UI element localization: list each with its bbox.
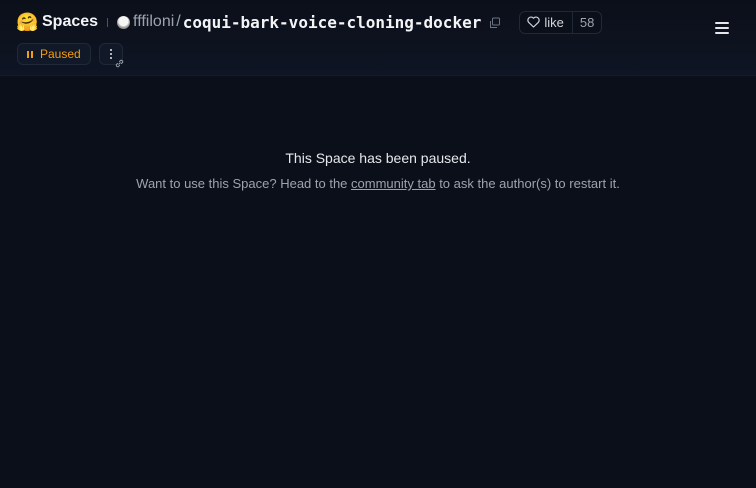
status-label: Paused [40, 47, 81, 61]
hamburger-menu-icon[interactable] [715, 22, 729, 34]
paused-message: Want to use this Space? Head to the comm… [0, 176, 756, 191]
pause-icon [27, 50, 33, 58]
divider [107, 17, 109, 27]
community-tab-link[interactable]: community tab [351, 176, 436, 191]
like-toggle[interactable]: like [520, 12, 572, 33]
spaces-link[interactable]: Spaces [42, 13, 98, 31]
repo-name-link[interactable]: coqui-bark-voice-cloning-docker [183, 13, 482, 32]
space-header: 🤗 Spaces fffiloni / coqui-bark-voice-clo… [0, 0, 756, 76]
link-icon [114, 56, 125, 74]
message-text-before: Want to use this Space? Head to the [136, 176, 352, 191]
owner-link[interactable]: fffiloni [133, 13, 174, 31]
more-options-button[interactable] [98, 43, 123, 68]
paused-title: This Space has been paused. [285, 150, 471, 166]
main-content: This Space has been paused. Want to use … [0, 76, 756, 488]
status-row: Paused [17, 43, 123, 68]
like-count[interactable]: 58 [571, 11, 601, 33]
copy-icon[interactable] [489, 16, 501, 28]
heart-icon [527, 16, 541, 28]
status-badge[interactable]: Paused [17, 43, 91, 65]
header-title-row: 🤗 Spaces fffiloni / coqui-bark-voice-clo… [16, 10, 740, 34]
owner-avatar[interactable] [117, 15, 131, 29]
more-icon [109, 49, 112, 61]
like-button[interactable]: like 58 [519, 10, 603, 34]
message-text-after: to ask the author(s) to restart it. [435, 176, 620, 191]
path-separator: / [176, 13, 181, 30]
like-label: like [544, 14, 564, 30]
hugging-face-logo-icon[interactable]: 🤗 [16, 13, 38, 31]
